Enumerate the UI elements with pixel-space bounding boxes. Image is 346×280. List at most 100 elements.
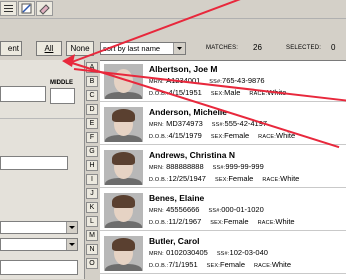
patient-row[interactable]: Butler, Carol MRN: 0102030405 SS#:102-03-0…: [100, 233, 346, 274]
race-value: White: [275, 217, 295, 226]
sex-label: SEX:: [210, 220, 224, 226]
shoulders: [105, 92, 142, 99]
patient-name: Andrews, Christina N: [149, 150, 235, 160]
hair: [112, 109, 135, 122]
mrn-value: MD374973: [166, 119, 203, 128]
alpha-tab-l[interactable]: L: [86, 216, 98, 227]
patient-name: Benes, Elaine: [149, 193, 205, 203]
alpha-tab-f[interactable]: F: [86, 132, 98, 143]
ssn-value: 765-43-9876: [222, 76, 265, 85]
dob-value: 11/2/1967: [168, 217, 202, 226]
chevron-down-icon[interactable]: [66, 239, 77, 250]
alpha-tab-j[interactable]: J: [86, 188, 98, 199]
sex-value: Female: [219, 260, 245, 269]
alpha-tab-h[interactable]: H: [86, 160, 98, 171]
arrow-head-icon: [62, 54, 75, 67]
patient-demographics: D.O.B.:4/15/1979 SEX:Female RACE:White: [149, 131, 295, 140]
hair: [112, 152, 135, 165]
ssn-label: SS#:: [216, 251, 230, 257]
dob-value: 7/1/1951: [168, 260, 198, 269]
eraser-icon[interactable]: [36, 1, 53, 16]
sort-select[interactable]: sort by last name: [100, 42, 186, 55]
sex-label: SEX:: [214, 177, 229, 183]
controls-bar: ent All None sort by last name MATCHES: …: [0, 37, 346, 59]
patient-photo: [104, 150, 143, 185]
race-label: RACE:: [258, 134, 276, 140]
mrn-label: MRN:: [149, 165, 164, 171]
mrn-value: 888888888: [166, 162, 204, 171]
alpha-tab-i[interactable]: I: [86, 174, 98, 185]
patient-ids: MRN: 888888888 SS#:999-99-999: [149, 162, 264, 171]
dob-label: D.O.B.:: [149, 177, 169, 183]
race-value: White: [280, 174, 300, 183]
ssn-label: SS#:: [211, 122, 225, 128]
race-label: RACE:: [257, 220, 276, 226]
sex-value: Female: [224, 131, 250, 140]
matches-count: 26: [253, 43, 262, 52]
mrn-value: 45556666: [166, 205, 200, 214]
mrn-value: 0102030405: [166, 248, 208, 257]
patient-ids: MRN: 45556666 SS#:000-01-1020: [149, 205, 264, 214]
list-icon[interactable]: [0, 1, 17, 16]
sex-label: SEX:: [210, 91, 225, 97]
alpha-tab-m[interactable]: M: [86, 230, 98, 241]
alpha-tab-o[interactable]: O: [86, 258, 98, 269]
patient-ids: MRN: MD374973 SS#:555-42-4197: [149, 119, 267, 128]
dob-value: 4/15/1979: [168, 131, 202, 140]
patient-name: Albertson, Joe M: [149, 64, 218, 74]
alpha-tab-n[interactable]: N: [86, 244, 98, 255]
chevron-down-icon[interactable]: [173, 43, 185, 54]
top-toolbar: [0, 0, 346, 19]
dob-label: D.O.B.:: [149, 134, 169, 140]
ent-button[interactable]: ent: [0, 41, 22, 56]
race-value: White: [271, 260, 291, 269]
selected-label: SELECTED:: [286, 45, 322, 51]
alpha-tab-k[interactable]: K: [86, 202, 98, 213]
last-name-field[interactable]: [0, 86, 46, 102]
patient-demographics: D.O.B.:11/2/1967 SEX:Female RACE:White: [149, 217, 295, 226]
edit-icon[interactable]: [18, 1, 35, 16]
dropdown-field[interactable]: [0, 221, 78, 234]
dob-label: D.O.B.:: [149, 220, 169, 226]
patient-row[interactable]: Andrews, Christina N MRN: 888888888 SS#:99…: [100, 147, 346, 188]
mrn-label: MRN:: [149, 251, 164, 257]
patient-ids: MRN: 0102030405 SS#:102-03-040: [149, 248, 268, 257]
patient-row[interactable]: Benes, Elaine MRN: 45556666 SS#:000-01-102…: [100, 190, 346, 231]
mrn-label: MRN:: [149, 122, 164, 128]
patient-photo: [104, 193, 143, 228]
matches-label: MATCHES:: [206, 45, 239, 51]
dob-label: D.O.B.:: [149, 263, 169, 269]
selected-count: 0: [331, 43, 336, 52]
shoulders: [105, 264, 142, 271]
dropdown-field[interactable]: [0, 238, 78, 251]
search-field[interactable]: [0, 156, 68, 170]
text-field[interactable]: [0, 260, 78, 275]
patient-photo: [104, 236, 143, 271]
alpha-tab-d[interactable]: D: [86, 104, 98, 115]
patient-photo: [104, 107, 143, 142]
race-label: RACE:: [262, 177, 281, 183]
patient-name: Butler, Carol: [149, 236, 200, 246]
alpha-tab-e[interactable]: E: [86, 118, 98, 129]
race-label: RACE:: [254, 263, 272, 269]
middle-name-field[interactable]: [50, 88, 75, 104]
shoulders: [105, 221, 142, 228]
middle-label: MIDDLE: [50, 80, 73, 86]
patient-demographics: D.O.B.:12/25/1947 SEX:Female RACE:White: [149, 174, 299, 183]
chevron-down-icon[interactable]: [66, 222, 77, 233]
sex-value: Female: [223, 217, 249, 226]
ssn-value: 999-99-999: [225, 162, 264, 171]
ssn-label: SS#:: [208, 208, 222, 214]
divider: [0, 118, 84, 119]
alpha-tab-g[interactable]: G: [86, 146, 98, 157]
alpha-tab-b[interactable]: B: [86, 76, 98, 87]
sex-value: Male: [224, 88, 241, 97]
sex-label: SEX:: [206, 263, 220, 269]
sex-label: SEX:: [210, 134, 225, 140]
alpha-tab-c[interactable]: C: [86, 90, 98, 101]
sex-value: Female: [228, 174, 254, 183]
select-all-button[interactable]: All: [36, 41, 62, 56]
shoulders: [105, 135, 142, 142]
patient-demographics: D.O.B.:7/1/1951 SEX:Female RACE:White: [149, 260, 291, 269]
ssn-value: 000-01-1020: [221, 205, 264, 214]
